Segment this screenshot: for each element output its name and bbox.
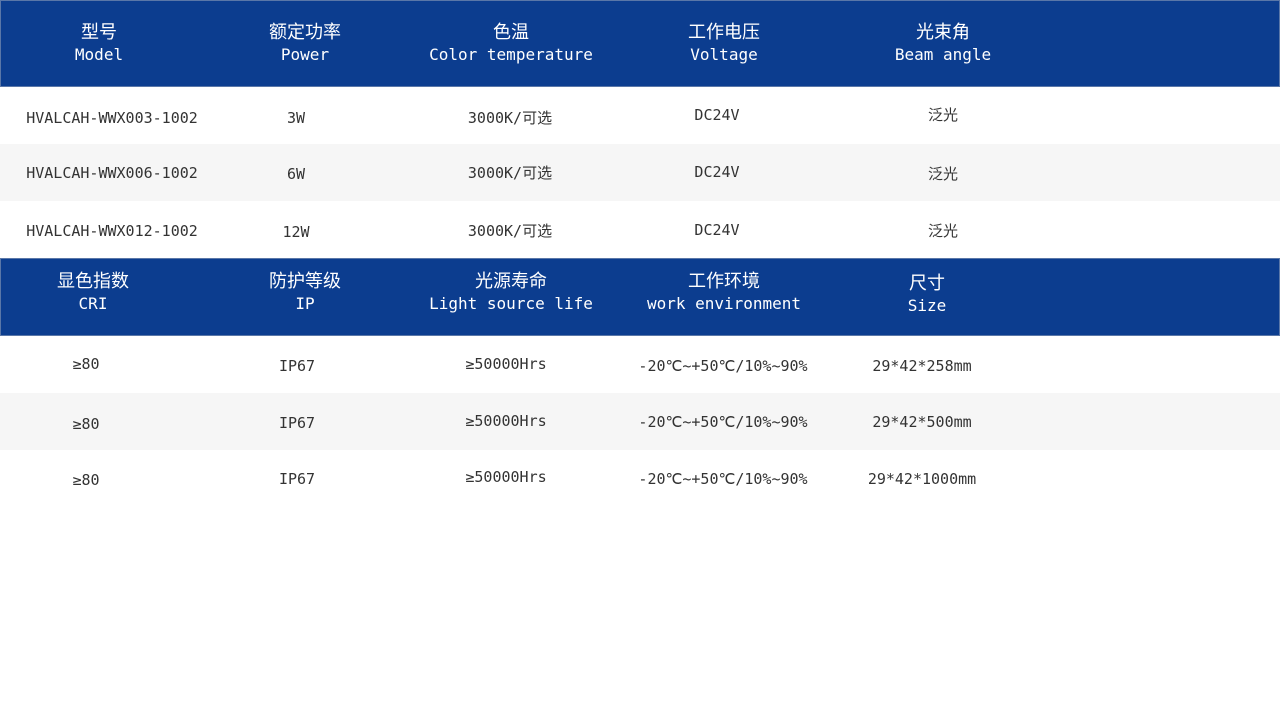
cell-size: 29*42*1000mm [867, 470, 977, 488]
header-work-environment: 工作环境 work environment [647, 271, 801, 315]
spec-table: 型号 Model 额定功率 Power 色温 Color temperature… [0, 0, 1280, 507]
cell-beam-angle: 泛光 [927, 222, 959, 240]
header-size-en: Size [907, 296, 947, 315]
cell-ip: IP67 [278, 414, 316, 432]
header-size: 尺寸 Size [908, 273, 947, 317]
cell-voltage: DC24V [694, 221, 740, 239]
cell-color-temperature: 3000K/可选 [467, 109, 553, 127]
table-row: HVALCAH-WWX012-1002 12W 3000K/可选 DC24V 泛… [0, 201, 1280, 258]
table-row: ≥80 IP67 ≥50000Hrs -20℃~+50℃/10%~90% 29*… [0, 336, 1280, 393]
header-color-temperature: 色温 Color temperature [429, 22, 593, 66]
header-color-temperature-en: Color temperature [429, 45, 593, 64]
header-voltage: 工作电压 Voltage [688, 22, 760, 66]
cell-cri: ≥80 [72, 355, 100, 373]
header-size-zh: 尺寸 [909, 273, 945, 294]
header-light-source-life: 光源寿命 Light source life [429, 271, 593, 315]
table-row: ≥80 IP67 ≥50000Hrs -20℃~+50℃/10%~90% 29*… [0, 393, 1280, 450]
cell-ip: IP67 [278, 470, 316, 488]
cell-light-source-life: ≥50000Hrs [465, 468, 547, 486]
header-model-zh: 型号 [80, 22, 117, 43]
header-light-source-life-en: Light source life [429, 294, 593, 313]
header-ip-en: IP [295, 294, 315, 313]
cell-power: 6W [286, 165, 306, 183]
cell-cri: ≥80 [72, 415, 100, 433]
cell-light-source-life: ≥50000Hrs [465, 355, 547, 373]
header-ip-zh: 防护等级 [269, 271, 341, 292]
cell-light-source-life: ≥50000Hrs [465, 412, 547, 430]
header-beam-angle: 光束角 Beam angle [895, 22, 991, 66]
cell-color-temperature: 3000K/可选 [467, 222, 553, 240]
cell-work-environment: -20℃~+50℃/10%~90% [638, 413, 808, 431]
cell-size: 29*42*258mm [872, 357, 972, 375]
header-power-zh: 额定功率 [269, 22, 341, 43]
header-voltage-en: Voltage [690, 45, 758, 64]
table-row: HVALCAH-WWX003-1002 3W 3000K/可选 DC24V 泛光 [0, 87, 1280, 144]
cell-voltage: DC24V [694, 106, 740, 124]
cell-beam-angle: 泛光 [927, 165, 959, 183]
header-cri-zh: 显色指数 [57, 271, 129, 292]
cell-work-environment: -20℃~+50℃/10%~90% [638, 357, 808, 375]
cell-color-temperature: 3000K/可选 [467, 164, 553, 182]
table2-header-row: 显色指数 CRI 防护等级 IP 光源寿命 Light source life … [0, 258, 1280, 336]
header-beam-angle-zh: 光束角 [915, 22, 970, 43]
cell-ip: IP67 [278, 357, 316, 375]
cell-power: 3W [286, 109, 306, 127]
table-row: HVALCAH-WWX006-1002 6W 3000K/可选 DC24V 泛光 [0, 144, 1280, 201]
header-cri-en: CRI [78, 294, 108, 313]
table-row: ≥80 IP67 ≥50000Hrs -20℃~+50℃/10%~90% 29*… [0, 450, 1280, 507]
header-work-environment-zh: 工作环境 [688, 271, 760, 292]
cell-model: HVALCAH-WWX012-1002 [26, 222, 198, 240]
header-cri: 显色指数 CRI [57, 271, 129, 315]
cell-model: HVALCAH-WWX003-1002 [26, 109, 198, 127]
table1-header-row: 型号 Model 额定功率 Power 色温 Color temperature… [0, 0, 1280, 87]
header-power-en: Power [280, 45, 330, 64]
header-model: 型号 Model [75, 22, 123, 66]
cell-voltage: DC24V [694, 163, 740, 181]
header-ip: 防护等级 IP [269, 271, 341, 315]
cell-cri: ≥80 [72, 471, 100, 489]
cell-size: 29*42*500mm [872, 413, 972, 431]
cell-beam-angle: 泛光 [927, 106, 959, 124]
header-power: 额定功率 Power [269, 22, 341, 66]
header-color-temperature-zh: 色温 [492, 22, 529, 43]
cell-work-environment: -20℃~+50℃/10%~90% [638, 470, 808, 488]
cell-power: 12W [282, 223, 310, 241]
header-beam-angle-en: Beam angle [894, 45, 992, 64]
header-voltage-zh: 工作电压 [688, 22, 760, 43]
header-work-environment-en: work environment [646, 294, 802, 313]
header-model-en: Model [74, 45, 124, 64]
header-light-source-life-zh: 光源寿命 [474, 271, 547, 292]
cell-model: HVALCAH-WWX006-1002 [26, 164, 198, 182]
